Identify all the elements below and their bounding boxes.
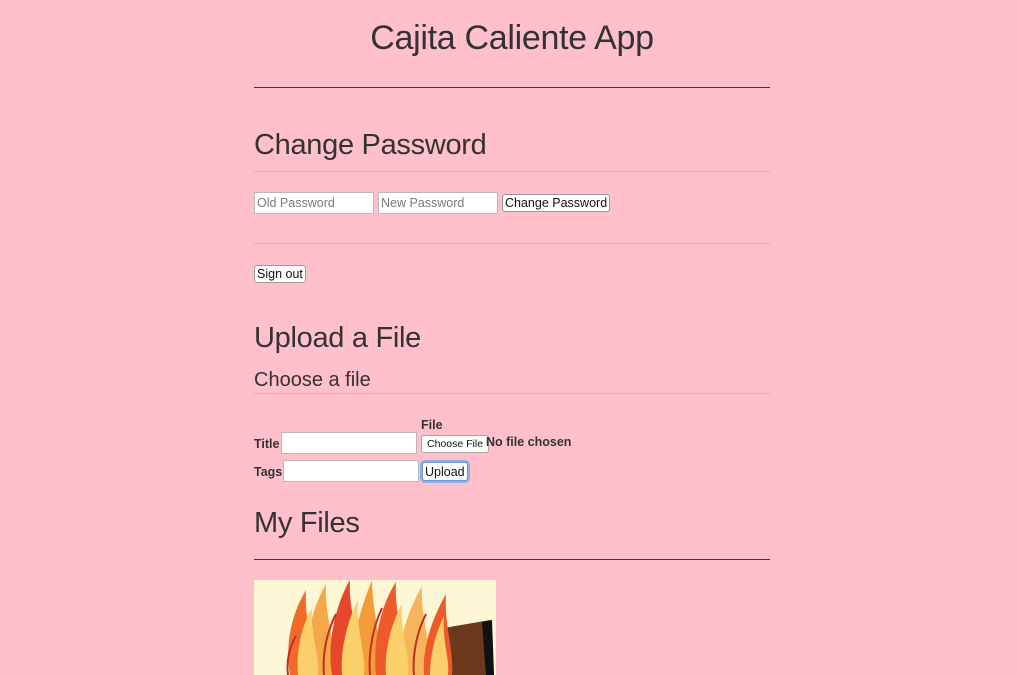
upload-heading: Upload a File <box>254 322 421 354</box>
my-files-divider <box>254 559 770 560</box>
sign-out-divider <box>254 243 770 244</box>
file-label: File <box>421 418 443 432</box>
upload-divider <box>254 393 770 394</box>
fire-drawing-image <box>254 580 496 675</box>
page: Cajita Caliente App Change Password Chan… <box>0 0 1017 675</box>
title-divider <box>254 87 770 88</box>
change-password-button[interactable]: Change Password <box>502 194 611 212</box>
file-thumbnail[interactable] <box>254 580 496 675</box>
title-label: Title <box>254 437 280 451</box>
file-status-text: No file chosen <box>486 435 572 449</box>
old-password-input[interactable] <box>254 192 374 214</box>
change-password-heading: Change Password <box>254 129 487 161</box>
upload-subheading: Choose a file <box>254 369 371 391</box>
upload-button[interactable]: Upload <box>422 462 468 481</box>
app-title: Cajita Caliente App <box>370 19 654 57</box>
tags-label: Tags <box>254 465 283 479</box>
new-password-input[interactable] <box>378 192 498 214</box>
sign-out-button[interactable]: Sign out <box>254 265 306 283</box>
title-input[interactable] <box>281 432 417 454</box>
change-password-divider <box>254 171 770 172</box>
tags-input[interactable] <box>283 460 419 482</box>
my-files-heading: My Files <box>254 507 360 539</box>
choose-file-button[interactable]: Choose File <box>421 435 490 453</box>
